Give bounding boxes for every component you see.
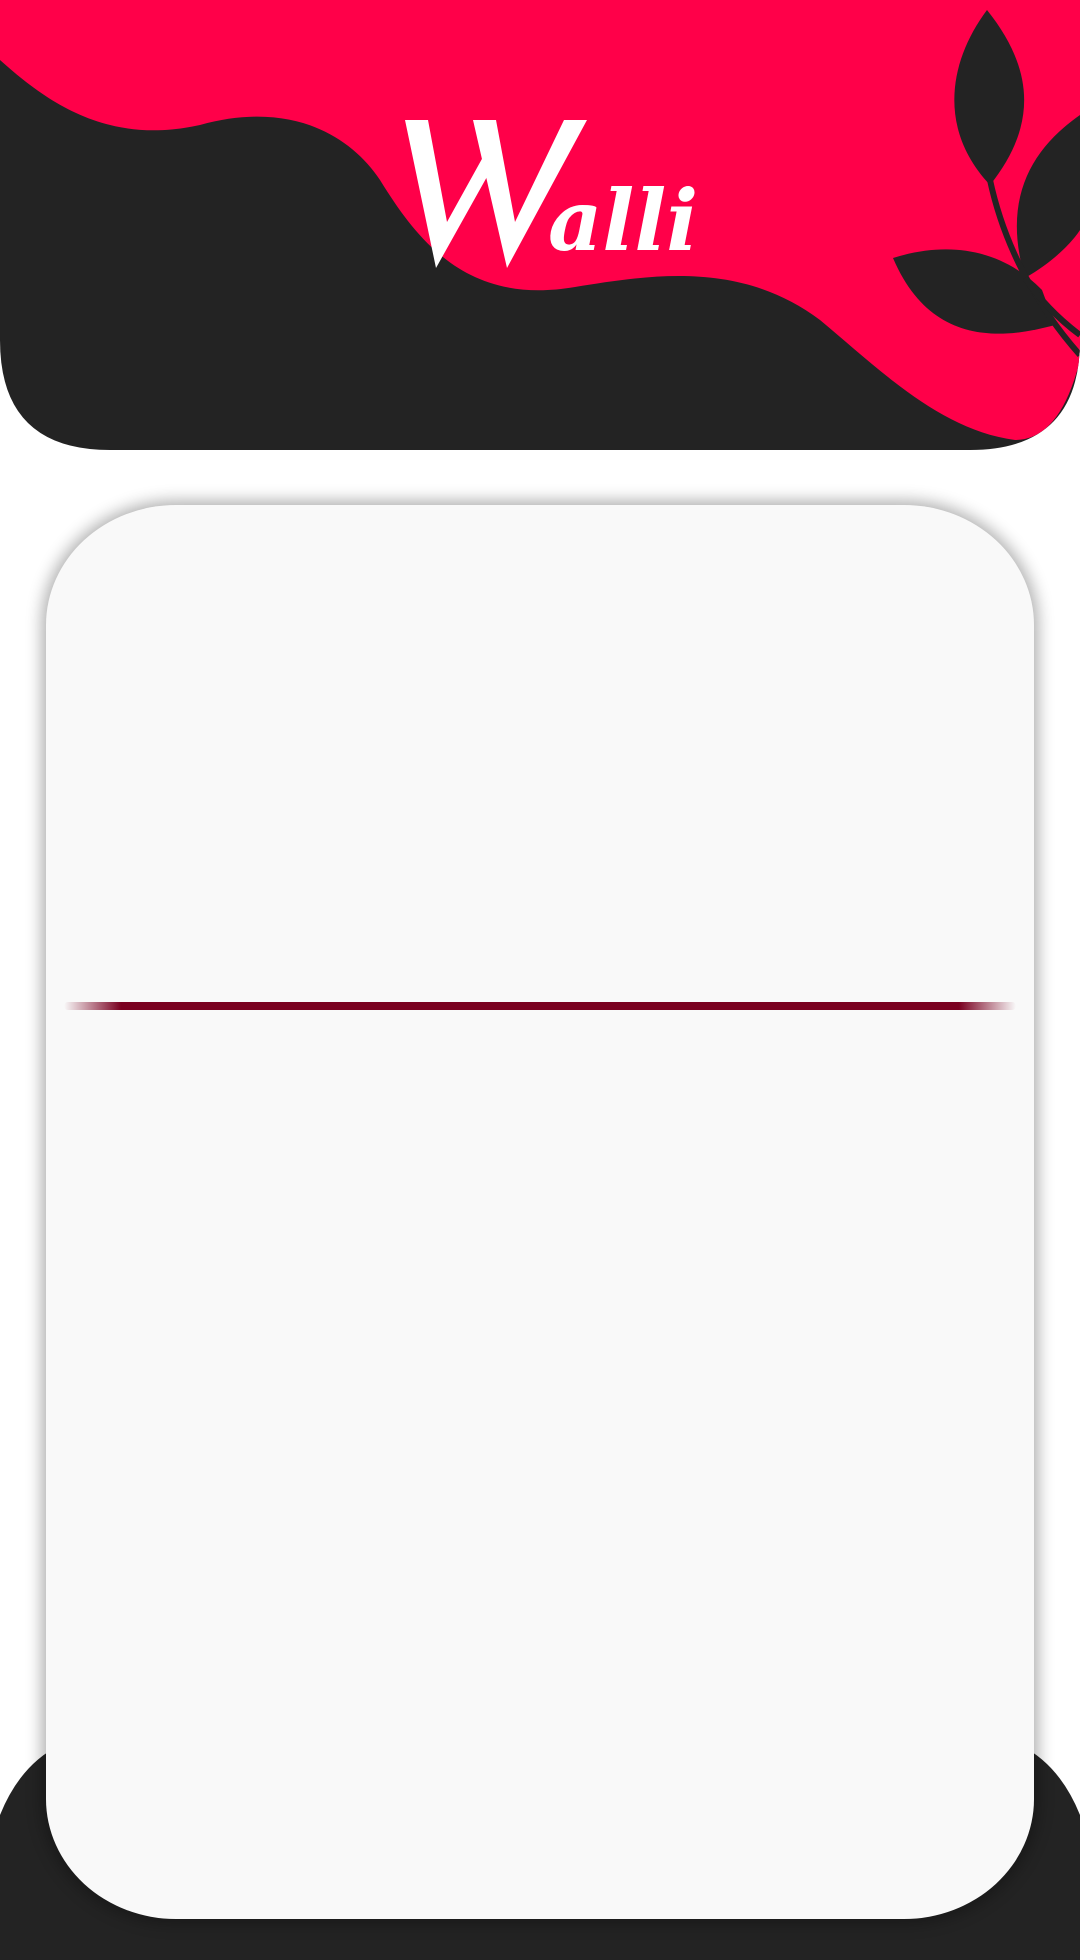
splash-screen: alli bbox=[0, 0, 1080, 1960]
logo-text: alli bbox=[548, 171, 698, 270]
app-logo: alli bbox=[0, 100, 1080, 290]
card-divider bbox=[64, 1002, 1016, 1010]
content-card bbox=[46, 505, 1034, 1919]
